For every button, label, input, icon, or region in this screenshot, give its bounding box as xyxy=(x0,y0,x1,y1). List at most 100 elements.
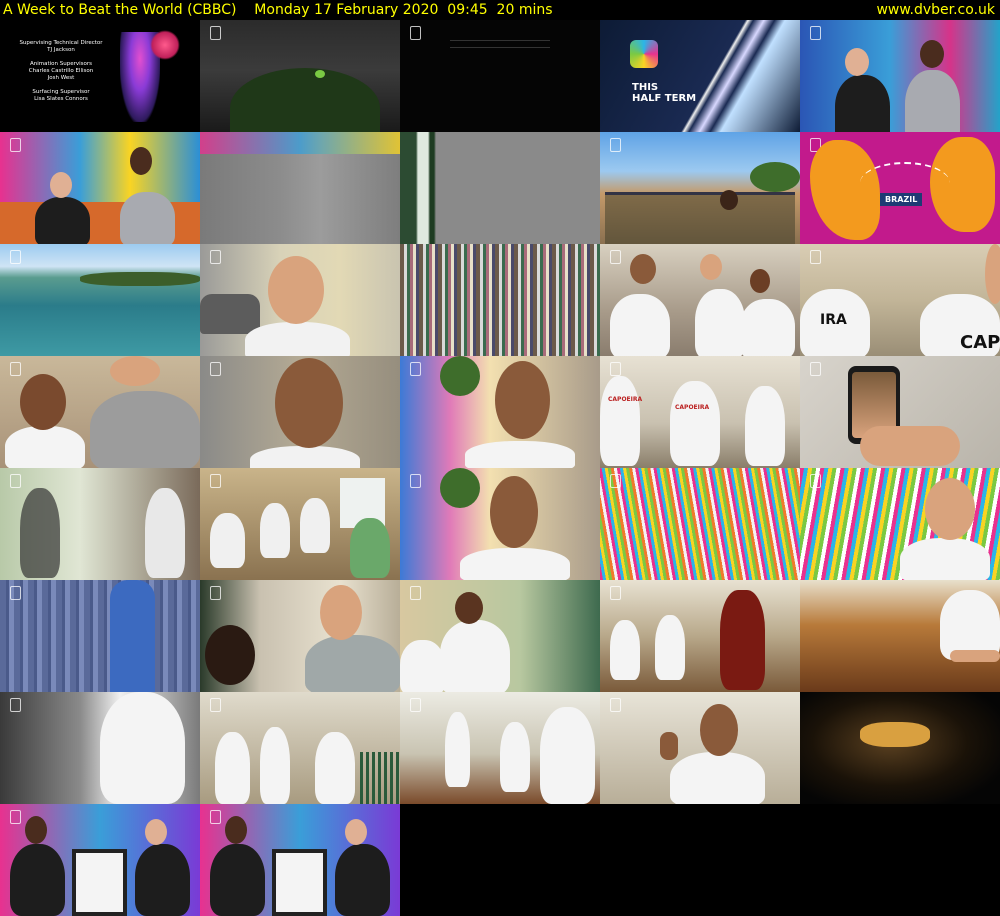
presenter-right xyxy=(135,844,190,916)
capoeira-shirt-text: CAPOEIRA xyxy=(608,396,643,403)
glitch-band xyxy=(200,132,400,154)
channel-logo-icon xyxy=(610,474,621,488)
hill-shape xyxy=(230,68,380,132)
thumbnail-capoeira-group[interactable]: CAPOEIRA CAPOEIRA xyxy=(600,356,800,468)
boy-head xyxy=(925,478,975,540)
thumbnail-safari-jeep[interactable] xyxy=(600,132,800,244)
thumbnail-credits[interactable]: Supervising Technical Director TJ Jackso… xyxy=(0,20,200,132)
cbbc-logo-icon xyxy=(630,40,658,68)
dancer-2 xyxy=(260,727,290,804)
teen-right-head xyxy=(320,585,362,640)
thumbnail-jaguar-night[interactable] xyxy=(800,692,1000,804)
thumbnail-boy-waving[interactable] xyxy=(600,692,800,804)
thumbnail-boys-indoors[interactable] xyxy=(200,580,400,692)
thumbnail-group-handshake[interactable] xyxy=(600,244,800,356)
presenter-right xyxy=(905,70,960,132)
coastline xyxy=(80,272,200,286)
coach-body xyxy=(440,620,510,692)
presenter-left-head xyxy=(50,172,72,198)
thumbnail-phone-selfie[interactable] xyxy=(800,356,1000,468)
teen-right xyxy=(145,488,185,578)
boy-head xyxy=(275,358,343,448)
thumbnail-bay-aerial[interactable] xyxy=(0,244,200,356)
header-bar: A Week to Beat the World (CBBC) Monday 1… xyxy=(0,0,1000,20)
thumbnail-boy-colonial-street[interactable] xyxy=(400,356,600,468)
channel-logo-icon xyxy=(210,698,221,712)
presenter-left xyxy=(35,197,90,244)
thumbnail-glitch-blue[interactable] xyxy=(0,580,200,692)
green-railing xyxy=(360,752,400,804)
thumbnail-ribbons[interactable] xyxy=(600,468,800,580)
thumbnail-glitch-stripes[interactable] xyxy=(400,132,600,244)
channel-logo-icon xyxy=(610,250,621,264)
thumbnail-capoeira-street[interactable]: IRA CAPO xyxy=(800,244,1000,356)
channel-logo-icon xyxy=(410,362,421,376)
thumbnail-map-brazil[interactable]: BRAZIL xyxy=(800,132,1000,244)
channel-logo-icon xyxy=(610,362,621,376)
thumbnail-capoeira-hall[interactable] xyxy=(400,692,600,804)
thumbnail-two-boys[interactable] xyxy=(0,356,200,468)
teen-body xyxy=(400,640,445,692)
presenter-right-head xyxy=(920,40,944,68)
teen-centre-head xyxy=(700,254,722,280)
thumbnail-presenters-studio-1[interactable] xyxy=(800,20,1000,132)
channel-logo-icon xyxy=(210,474,221,488)
pillar xyxy=(110,580,155,692)
teen-left-head xyxy=(205,625,255,685)
channel-logo-icon xyxy=(210,250,221,264)
site-url[interactable]: www.dvber.co.uk xyxy=(876,0,995,20)
thumbnail-capoeira-practice[interactable] xyxy=(200,692,400,804)
hand xyxy=(860,426,960,466)
thumbnail-glitch-white[interactable] xyxy=(0,692,200,804)
teen-right xyxy=(745,386,785,466)
thumbnail-glitch-grey[interactable] xyxy=(200,132,400,244)
parked-car xyxy=(200,294,260,334)
boy-head xyxy=(495,361,550,439)
channel-logo-icon xyxy=(410,26,421,40)
presenter-left-head xyxy=(25,816,47,844)
channel-logo-icon xyxy=(10,138,21,152)
channel-logo-icon xyxy=(610,138,621,152)
thumbnail-boy-street[interactable] xyxy=(200,244,400,356)
thumbnail-living-room[interactable] xyxy=(200,468,400,580)
thumbnail-capoeira-class[interactable] xyxy=(600,580,800,692)
jeep-frame xyxy=(605,192,795,244)
thumbnail-boy-ribbons[interactable] xyxy=(800,468,1000,580)
boy-left-head xyxy=(20,374,66,430)
thumbnail-presenters-studio-2[interactable] xyxy=(0,132,200,244)
dancer-foot xyxy=(950,650,1000,662)
jaguar xyxy=(860,722,930,747)
thumbnail-studio-ending-1[interactable] xyxy=(0,804,200,916)
scoreboard-h xyxy=(72,849,127,916)
presenter-right xyxy=(335,844,390,916)
boy-head xyxy=(700,704,738,756)
dancer-3 xyxy=(540,707,595,804)
thumbnail-coach-indoors[interactable] xyxy=(400,580,600,692)
thumbnail-half-term[interactable]: THIS HALF TERM xyxy=(600,20,800,132)
thumbnail-boy-colonial-street-2[interactable] xyxy=(400,468,600,580)
channel-logo-icon xyxy=(10,250,21,264)
guide-head xyxy=(720,190,738,210)
thumbnail-black-end[interactable] xyxy=(400,20,600,132)
channel-logo-icon xyxy=(410,698,421,712)
thumbnail-dark-hill[interactable] xyxy=(200,20,400,132)
channel-logo-icon xyxy=(810,362,821,376)
channel-logo-icon xyxy=(810,26,821,40)
channel-logo-icon xyxy=(410,586,421,600)
thumbnail-boy-grimace[interactable] xyxy=(200,356,400,468)
thumbnail-glitch-colour-bars[interactable] xyxy=(400,244,600,356)
thumbnail-studio-ending-2[interactable] xyxy=(200,804,400,916)
thumbnail-room-net[interactable] xyxy=(0,468,200,580)
channel-logo-icon xyxy=(210,26,221,40)
credits-text: Supervising Technical Director TJ Jackso… xyxy=(19,40,103,102)
dancer-2 xyxy=(655,615,685,680)
thumbnail-capoeira-floor[interactable] xyxy=(800,580,1000,692)
tree xyxy=(440,356,480,396)
boy-head xyxy=(490,476,538,548)
channel-logo-icon xyxy=(610,586,621,600)
presenter-left xyxy=(210,844,265,916)
presenter-right-head xyxy=(145,819,167,845)
boy-body xyxy=(670,752,765,804)
channel-logo-icon xyxy=(10,810,21,824)
boy-left-body xyxy=(5,426,85,468)
